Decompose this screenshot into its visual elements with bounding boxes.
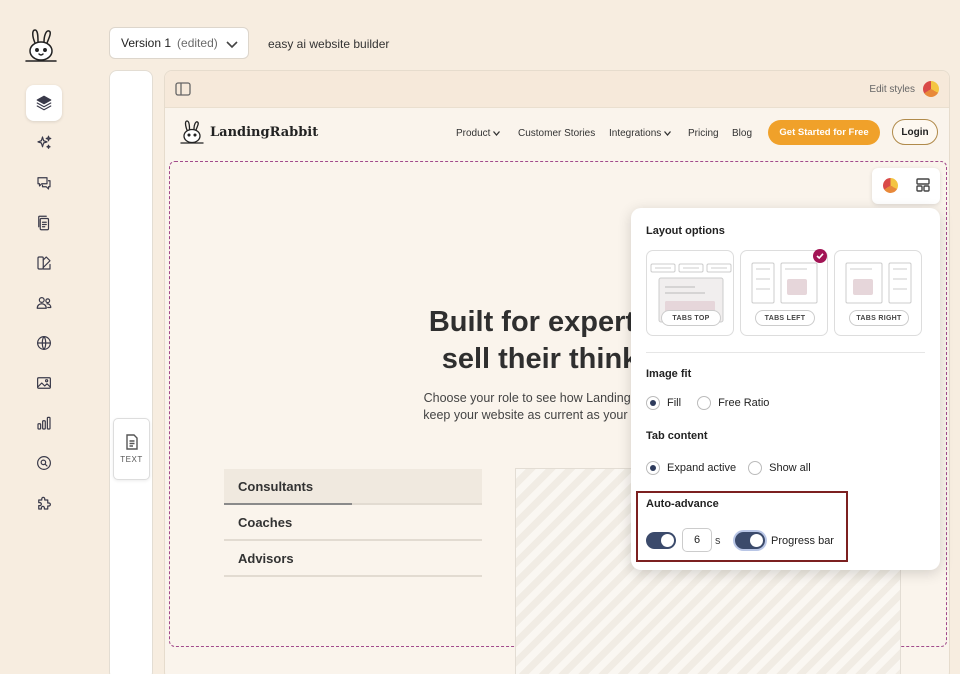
tab-content-options: Expand active Show all: [646, 461, 811, 475]
rabbit-logo-icon[interactable]: [24, 28, 58, 64]
users-icon[interactable]: [26, 285, 62, 321]
layout-icon[interactable]: [916, 178, 930, 192]
color-palette-icon[interactable]: [923, 81, 939, 97]
tab-coaches[interactable]: Coaches: [224, 505, 482, 541]
show-all-radio[interactable]: [748, 461, 763, 475]
login-button[interactable]: Login: [892, 119, 938, 145]
layout-options-heading: Layout options: [646, 225, 725, 237]
chart-icon[interactable]: [26, 405, 62, 441]
layers-icon[interactable]: [26, 85, 62, 121]
theme-icon[interactable]: [26, 245, 62, 281]
version-select[interactable]: Version 1 (edited): [109, 27, 249, 59]
document-icon: [125, 434, 138, 450]
nav-blog[interactable]: Blog: [732, 128, 752, 139]
image-icon[interactable]: [26, 365, 62, 401]
image-fit-heading: Image fit: [646, 368, 692, 380]
bunny-logo-icon: [180, 120, 204, 144]
text-block-label: TEXT: [120, 455, 143, 464]
layout-tabs-top[interactable]: TABS TOP: [646, 250, 734, 336]
site-nav: LandingRabbit Product Customer Stories I…: [165, 108, 949, 156]
sparkles-icon[interactable]: [26, 125, 62, 161]
puzzle-icon[interactable]: [26, 485, 62, 521]
site-brand[interactable]: LandingRabbit: [179, 119, 318, 145]
left-rail: [0, 0, 80, 674]
seconds-input[interactable]: 6: [682, 528, 712, 552]
chevron-down-icon: [226, 41, 238, 49]
free-ratio-label: Free Ratio: [718, 397, 770, 409]
canvas-toolbar: Edit styles: [165, 71, 949, 108]
expand-active-radio[interactable]: [646, 461, 660, 475]
layout-tabs-left[interactable]: TABS LEFT: [740, 250, 828, 336]
version-name: Version 1: [121, 36, 172, 50]
show-all-label: Show all: [769, 462, 811, 474]
brand-name: LandingRabbit: [210, 124, 319, 140]
section-list-panel: [109, 70, 153, 674]
nav-customer-stories[interactable]: Customer Stories: [518, 128, 595, 139]
layout-options-popover: Layout options TABS TOP TABS LEFT TABS R…: [631, 208, 940, 570]
image-fit-options: Fill Free Ratio: [646, 396, 769, 410]
globe-icon[interactable]: [26, 325, 62, 361]
version-state: (edited): [177, 36, 218, 50]
auto-advance-toggle[interactable]: [646, 532, 676, 549]
pages-icon[interactable]: [26, 205, 62, 241]
nav-integrations[interactable]: Integrations: [609, 128, 672, 139]
section-controls: [872, 168, 940, 204]
popover-divider: [646, 352, 925, 353]
nav-pricing[interactable]: Pricing: [688, 128, 719, 139]
auto-advance-heading: Auto-advance: [646, 498, 719, 510]
layout-tabs-left-label: TABS LEFT: [755, 310, 815, 326]
chat-icon[interactable]: [26, 165, 62, 201]
selected-check-icon: [813, 249, 827, 263]
fill-label: Fill: [667, 397, 682, 409]
section-color-icon[interactable]: [883, 178, 898, 193]
tab-consultants[interactable]: Consultants: [224, 469, 482, 505]
progress-bar-toggle[interactable]: [735, 532, 765, 549]
role-tabs: Consultants Coaches Advisors: [224, 469, 482, 577]
nav-product[interactable]: Product: [456, 128, 501, 139]
seconds-unit: s: [715, 535, 721, 547]
site-name: easy ai website builder: [268, 37, 390, 51]
layout-tabs-right-label: TABS RIGHT: [849, 310, 909, 326]
free-ratio-radio[interactable]: [697, 396, 712, 410]
tab-advisors[interactable]: Advisors: [224, 541, 482, 577]
layout-tabs-top-label: TABS TOP: [661, 310, 721, 326]
edit-styles-label[interactable]: Edit styles: [869, 84, 915, 95]
expand-active-label: Expand active: [667, 462, 737, 474]
search-icon[interactable]: [26, 445, 62, 481]
get-started-button[interactable]: Get Started for Free: [768, 120, 880, 145]
layout-tabs-right[interactable]: TABS RIGHT: [834, 250, 922, 336]
progress-bar-label: Progress bar: [771, 535, 834, 547]
tab-content-heading: Tab content: [646, 430, 708, 442]
sidebar-toggle-icon[interactable]: [175, 82, 191, 96]
fill-radio[interactable]: [646, 396, 660, 410]
text-block-button[interactable]: TEXT: [113, 418, 150, 480]
